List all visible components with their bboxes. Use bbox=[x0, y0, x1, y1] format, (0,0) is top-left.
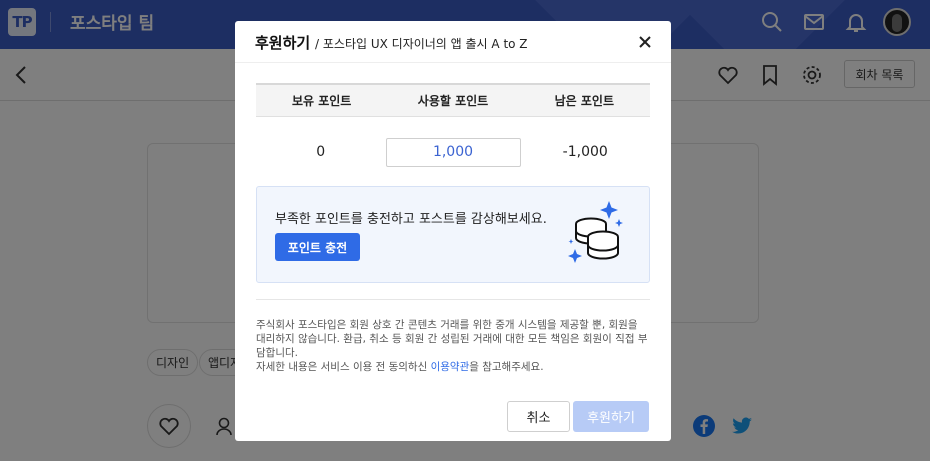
sponsor-modal: 후원하기 / 포스타입 UX 디자이너의 앱 출시 A to Z 보유 포인트 … bbox=[235, 21, 671, 441]
terms-prefix: 자세한 내용은 서비스 이용 전 동의하신 bbox=[256, 361, 431, 373]
charge-notice-box: 부족한 포인트를 충전하고 포스트를 감상해보세요. 포인트 충전 bbox=[256, 186, 650, 283]
cancel-button[interactable]: 취소 bbox=[507, 401, 570, 432]
close-button[interactable] bbox=[633, 30, 657, 54]
use-points-header: 사용할 포인트 bbox=[417, 94, 489, 108]
modal-header: 후원하기 / 포스타입 UX 디자이너의 앱 출시 A to Z bbox=[235, 21, 671, 63]
terms-link[interactable]: 이용약관 bbox=[431, 361, 470, 373]
modal-title: 후원하기 bbox=[255, 34, 311, 52]
owned-points-value: 0 bbox=[316, 144, 326, 160]
remaining-points-value: -1,000 bbox=[562, 144, 608, 160]
legal-notice-text: 주식회사 포스타입은 회원 상호 간 콘텐츠 거래를 위한 중개 시스템을 제공… bbox=[256, 319, 648, 359]
section-divider bbox=[256, 299, 650, 300]
charge-points-button[interactable]: 포인트 충전 bbox=[275, 233, 360, 261]
modal-subtitle: / 포스타입 UX 디자이너의 앱 출시 A to Z bbox=[315, 37, 528, 51]
coins-sparkle-icon bbox=[568, 201, 623, 263]
points-table-header: 보유 포인트 사용할 포인트 남은 포인트 bbox=[256, 83, 650, 117]
terms-suffix: 을 참고해주세요. bbox=[469, 361, 544, 373]
owned-points-header: 보유 포인트 bbox=[291, 94, 352, 108]
terms-reference: 자세한 내용은 서비스 이용 전 동의하신 이용약관을 참고해주세요. bbox=[256, 360, 650, 374]
legal-notice: 주식회사 포스타입은 회원 상호 간 콘텐츠 거래를 위한 중개 시스템을 제공… bbox=[256, 318, 650, 374]
use-points-cell bbox=[385, 137, 521, 167]
remaining-points-header: 남은 포인트 bbox=[554, 94, 615, 108]
charge-message: 부족한 포인트를 충전하고 포스트를 감상해보세요. bbox=[275, 212, 547, 227]
points-table-row: 0 -1,000 bbox=[256, 117, 650, 187]
points-table: 보유 포인트 사용할 포인트 남은 포인트 0 -1,000 bbox=[256, 83, 650, 187]
use-points-input[interactable] bbox=[385, 137, 521, 167]
sponsor-submit-button[interactable]: 후원하기 bbox=[573, 401, 649, 432]
close-icon bbox=[639, 36, 651, 48]
